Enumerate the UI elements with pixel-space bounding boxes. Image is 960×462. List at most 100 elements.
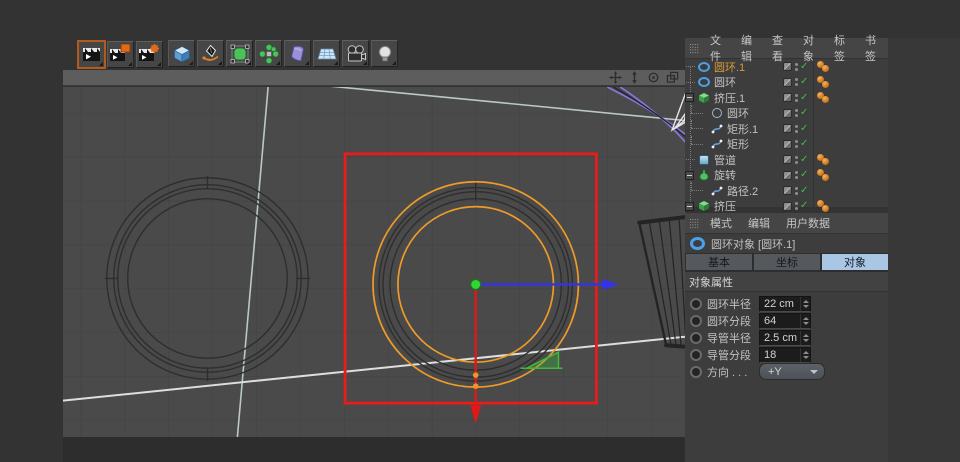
clapper-icon: [83, 48, 100, 61]
layer-toggle[interactable]: [783, 139, 792, 149]
subdivision-surface-button[interactable]: [226, 40, 253, 67]
tab-basic[interactable]: 基本: [686, 254, 752, 270]
keyframe-circle-icon[interactable]: [690, 314, 702, 327]
orientation-dropdown[interactable]: +Y: [759, 363, 825, 380]
enabled-check-icon[interactable]: ✓: [800, 154, 808, 165]
move-icon[interactable]: [609, 71, 622, 84]
ring-segments-input[interactable]: 64: [759, 312, 811, 329]
collapse-box[interactable]: [685, 170, 694, 180]
spinner-arrows-icon[interactable]: [800, 296, 810, 311]
keyframe-circle-icon[interactable]: [690, 365, 702, 378]
toggle-view-icon[interactable]: [666, 71, 679, 84]
keyframe-circle-icon[interactable]: [690, 297, 702, 310]
visibility-dots[interactable]: [795, 140, 798, 149]
tree-row-extrude[interactable]: 挤压 ✓: [685, 198, 888, 214]
panel-grip-icon[interactable]: [689, 43, 700, 54]
render-view-button[interactable]: [77, 40, 106, 69]
radius-handle-outer[interactable]: [472, 383, 479, 389]
tab-coordinates[interactable]: 坐标: [754, 254, 820, 270]
tree-row-torus-1[interactable]: 圆环.1 ✓: [685, 59, 888, 75]
am-menu-mode[interactable]: 模式: [702, 215, 740, 231]
radius-handle-inner[interactable]: [472, 372, 479, 378]
attribute-tabs: 基本 坐标 对象: [685, 253, 888, 272]
enabled-check-icon[interactable]: ✓: [800, 185, 808, 196]
dolly-icon[interactable]: [628, 71, 641, 84]
render-region-button[interactable]: [107, 41, 134, 68]
enabled-check-icon[interactable]: ✓: [800, 201, 808, 211]
tube-icon: [697, 153, 711, 167]
tab-object[interactable]: 对象: [822, 254, 888, 270]
visibility-dots[interactable]: [795, 124, 798, 133]
keyframe-circle-icon[interactable]: [690, 348, 702, 361]
visibility-dots[interactable]: [795, 109, 798, 118]
layer-toggle[interactable]: [783, 77, 792, 87]
array-button[interactable]: [255, 40, 282, 67]
enabled-check-icon[interactable]: ✓: [800, 77, 808, 87]
enabled-check-icon[interactable]: ✓: [800, 108, 808, 118]
collapse-box[interactable]: [685, 93, 694, 102]
field-pipe-segments: 导管分段 18: [685, 346, 888, 363]
layer-toggle[interactable]: [783, 93, 792, 103]
layer-toggle[interactable]: [783, 170, 792, 180]
layer-toggle[interactable]: [783, 62, 792, 72]
object-manager-menubar: 文件 编辑 查看 对象 标签 书签: [685, 35, 888, 63]
collapse-box[interactable]: [685, 201, 694, 211]
draw-spline-button[interactable]: [197, 40, 224, 67]
camera-icon: [347, 44, 366, 61]
rotate-icon[interactable]: [647, 71, 660, 84]
visibility-dots[interactable]: [795, 202, 798, 211]
visibility-dots[interactable]: [795, 171, 798, 180]
field-ring-radius: 圆环半径 22 cm: [685, 295, 888, 312]
enabled-check-icon[interactable]: ✓: [800, 61, 808, 72]
spinner-arrows-icon[interactable]: [800, 347, 810, 362]
tree-row-path-2[interactable]: 路径.2 ✓: [685, 182, 888, 199]
tree-row-rectangle-1[interactable]: 矩形.1 ✓: [685, 120, 888, 137]
tree-row-torus[interactable]: 圆环 ✓: [685, 74, 888, 90]
field-ring-segments: 圆环分段 64: [685, 312, 888, 329]
viewport-canvas[interactable]: [58, 84, 694, 438]
ring-radius-input[interactable]: 22 cm: [759, 295, 811, 312]
lathe-icon: [697, 168, 711, 182]
enabled-check-icon[interactable]: ✓: [800, 123, 808, 134]
deformer-button[interactable]: [284, 40, 311, 67]
am-menu-userdata[interactable]: 用户数据: [778, 215, 838, 231]
visibility-dots[interactable]: [795, 62, 798, 71]
add-cube-button[interactable]: [168, 40, 195, 67]
pipe-segments-input[interactable]: 18: [759, 346, 811, 363]
light-button[interactable]: [371, 40, 398, 67]
layer-toggle[interactable]: [783, 186, 792, 196]
attribute-manager: 模式 编辑 用户数据 圆环对象 [圆环.1] 基本 坐标 对象 对象属性 圆环半…: [685, 213, 888, 462]
circle-spline-icon: [710, 106, 724, 120]
visibility-dots[interactable]: [795, 93, 798, 102]
keyframe-circle-icon[interactable]: [690, 331, 702, 344]
viewport-header: [63, 70, 685, 86]
layer-toggle[interactable]: [783, 124, 792, 134]
tree-row-rectangle[interactable]: 矩形 ✓: [685, 135, 888, 152]
tree-row-extrude-1[interactable]: 挤压.1 ✓: [685, 90, 888, 106]
layer-toggle[interactable]: [783, 201, 792, 211]
layer-toggle[interactable]: [783, 155, 792, 165]
spinner-arrows-icon[interactable]: [800, 313, 810, 328]
viewport-bottom-strip: [63, 437, 685, 462]
tree-row-circle-spline[interactable]: 圆环 ✓: [685, 104, 888, 121]
visibility-dots[interactable]: [795, 155, 798, 164]
enabled-check-icon[interactable]: ✓: [800, 170, 808, 180]
pipe-radius-input[interactable]: 2.5 cm: [759, 329, 811, 346]
floor-icon: [316, 48, 337, 59]
object-origin-handle[interactable]: [470, 278, 482, 290]
layer-toggle[interactable]: [783, 108, 792, 118]
floor-button[interactable]: [313, 40, 340, 67]
tree-row-lathe[interactable]: 旋转 ✓: [685, 167, 888, 183]
spinner-arrows-icon[interactable]: [800, 330, 810, 345]
tree-row-tube[interactable]: 管道 ✓: [685, 152, 888, 168]
field-pipe-radius: 导管半径 2.5 cm: [685, 329, 888, 346]
panel-grip-icon[interactable]: [689, 218, 700, 229]
visibility-dots[interactable]: [795, 78, 798, 87]
camera-button[interactable]: [342, 40, 369, 67]
render-settings-button[interactable]: [136, 41, 163, 68]
torus-object-icon: [690, 237, 705, 250]
enabled-check-icon[interactable]: ✓: [800, 92, 808, 103]
enabled-check-icon[interactable]: ✓: [800, 139, 808, 149]
visibility-dots[interactable]: [795, 186, 798, 195]
am-menu-edit[interactable]: 编辑: [740, 215, 778, 231]
